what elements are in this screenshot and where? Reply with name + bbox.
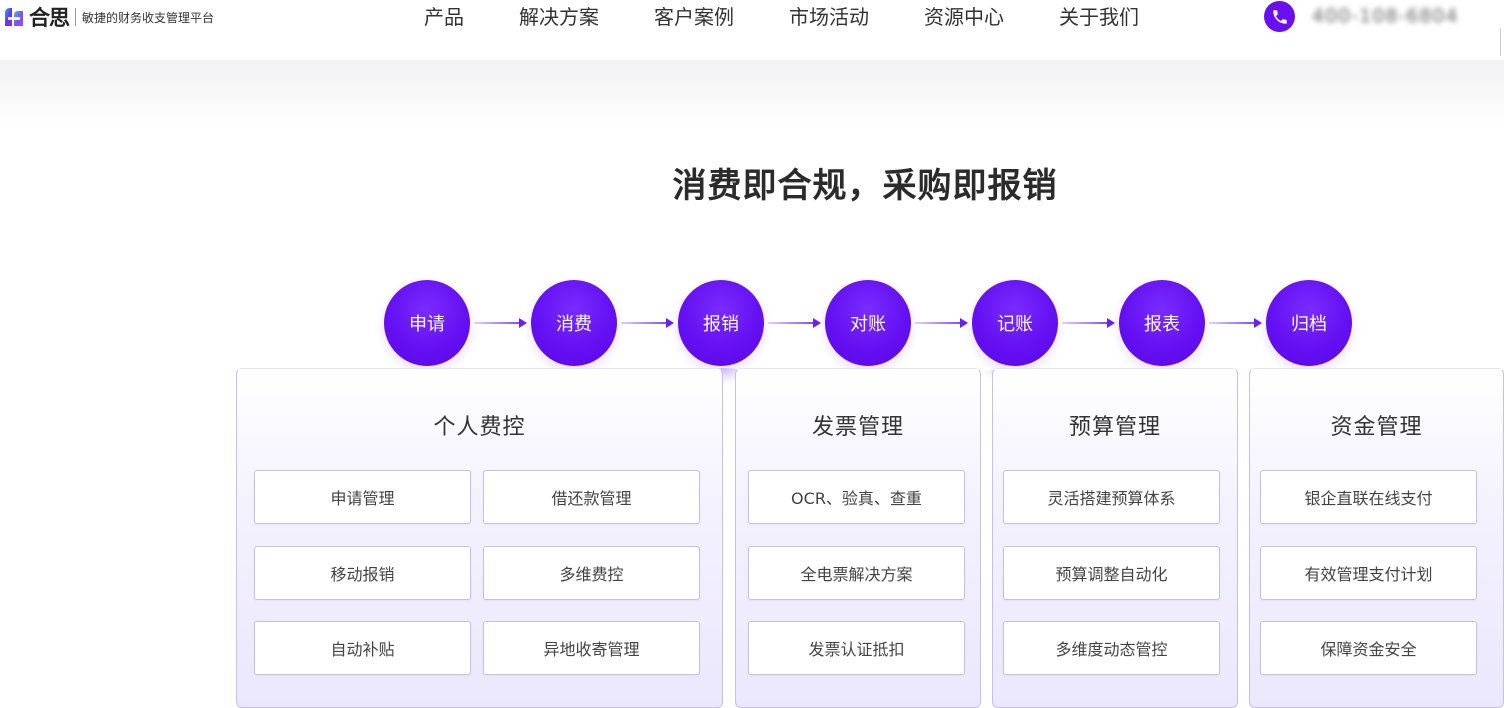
feature-button[interactable]: OCR、验真、查重 bbox=[748, 470, 965, 524]
feature-button[interactable]: 申请管理 bbox=[254, 470, 471, 524]
feature-button[interactable]: 移动报销 bbox=[254, 546, 471, 600]
panel-funds: 资金管理银企直联在线支付 有效管理支付计划 保障资金安全 bbox=[1249, 368, 1504, 708]
feature-button[interactable]: 多维费控 bbox=[483, 546, 700, 600]
flow-step: 报表 bbox=[1119, 280, 1205, 366]
flow-step: 申请 bbox=[384, 280, 470, 366]
feature-button[interactable]: 银企直联在线支付 bbox=[1260, 470, 1477, 524]
feature-button[interactable]: 全电票解决方案 bbox=[748, 546, 965, 600]
nav-item-solutions[interactable]: 解决方案 bbox=[519, 4, 599, 30]
flow-step: 报销 bbox=[678, 280, 764, 366]
flow-arrow-icon bbox=[1209, 318, 1262, 328]
flow-step: 消费 bbox=[531, 280, 617, 366]
flow-arrow-icon bbox=[621, 318, 674, 328]
panel-title: 个人费控 bbox=[433, 415, 526, 440]
logo-divider bbox=[75, 8, 76, 26]
panel-title: 资金管理 bbox=[1330, 415, 1423, 440]
feature-button[interactable]: 自动补贴 bbox=[254, 621, 471, 675]
logo-slogan: 敏捷的财务收支管理平台 bbox=[82, 10, 215, 25]
flow-arrow-icon bbox=[474, 318, 527, 328]
panel-personal-expense: 个人费控申请管理 借还款管理 移动报销 多维费控 自动补贴 异地收寄管理 bbox=[236, 368, 723, 708]
nav-item-about-us[interactable]: 关于我们 bbox=[1059, 4, 1139, 30]
feature-button[interactable]: 多维度动态管控 bbox=[1003, 621, 1220, 675]
nav-item-resource-center[interactable]: 资源中心 bbox=[924, 4, 1004, 30]
nav-item-marketing-events[interactable]: 市场活动 bbox=[789, 4, 869, 30]
panel-title: 预算管理 bbox=[1068, 415, 1161, 440]
panel-title: 发票管理 bbox=[811, 415, 904, 440]
flow-step: 归档 bbox=[1266, 280, 1352, 366]
panel-budget: 预算管理灵活搭建预算体系 预算调整自动化 多维度动态管控 bbox=[992, 368, 1238, 708]
feature-button[interactable]: 有效管理支付计划 bbox=[1260, 546, 1477, 600]
feature-button[interactable]: 发票认证抵扣 bbox=[748, 621, 965, 675]
phone-icon[interactable] bbox=[1264, 1, 1295, 32]
feature-button[interactable]: 预算调整自动化 bbox=[1003, 546, 1220, 600]
feature-button[interactable]: 保障资金安全 bbox=[1260, 621, 1477, 675]
logo-text: 合思 bbox=[29, 6, 70, 30]
flow-step: 对账 bbox=[825, 280, 911, 366]
flow-step: 记账 bbox=[972, 280, 1058, 366]
section-title: 消费即合规，采购即报销 bbox=[672, 166, 1058, 206]
flow-arrow-icon bbox=[1062, 318, 1115, 328]
flow-arrow-icon bbox=[768, 318, 821, 328]
nav-item-products[interactable]: 产品 bbox=[424, 4, 464, 30]
header-shadow-band bbox=[0, 60, 1504, 130]
feature-button[interactable]: 借还款管理 bbox=[483, 470, 700, 524]
flow-arrow-icon bbox=[915, 318, 968, 328]
page-edge-divider bbox=[1500, 28, 1504, 56]
nav-item-customer-cases[interactable]: 客户案例 bbox=[654, 4, 734, 30]
main-nav: 产品 解决方案 客户案例 市场活动 资源中心 关于我们 bbox=[424, 4, 1139, 30]
logo-mark-icon bbox=[5, 8, 23, 26]
feature-button[interactable]: 异地收寄管理 bbox=[483, 621, 700, 675]
brand-logo[interactable]: 合思 敏捷的财务收支管理平台 bbox=[2, 4, 214, 30]
feature-button[interactable]: 灵活搭建预算体系 bbox=[1003, 470, 1220, 524]
top-navbar: 合思 敏捷的财务收支管理平台 产品 解决方案 客户案例 市场活动 资源中心 关于… bbox=[0, 0, 1504, 60]
panel-invoice: 发票管理 OCR、验真、查重 全电票解决方案 发票认证抵扣 bbox=[735, 368, 981, 708]
phone-number[interactable]: 400-108-6804 bbox=[1312, 5, 1459, 27]
